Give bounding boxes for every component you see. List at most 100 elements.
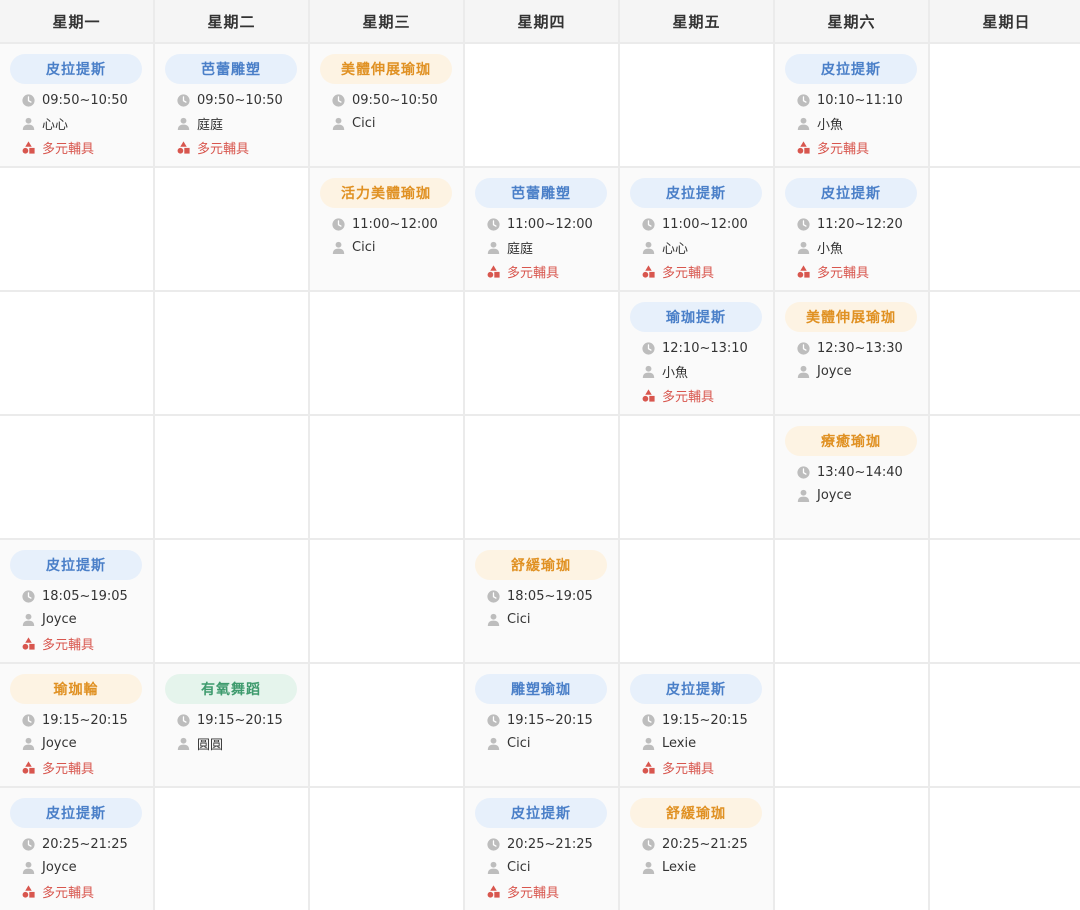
class-equipment-row: 多元輔具 [22,634,95,653]
class-card[interactable]: 瑜珈輪 19:15~20:15 Joyce 多元輔具 [0,664,153,786]
class-name-pill[interactable]: 皮拉提斯 [475,798,607,828]
clock-icon [22,589,35,603]
equipment-shapes-icon [177,140,190,154]
class-name-pill[interactable]: 皮拉提斯 [10,54,142,84]
class-equipment: 多元輔具 [817,141,870,157]
class-time-row: 11:00~12:00 [332,215,438,233]
class-card[interactable]: 皮拉提斯 19:15~20:15 Lexie 多元輔具 [620,664,773,786]
schedule-cell: 舒緩瑜珈 18:05~19:05 Cici [465,540,618,662]
class-name-pill[interactable]: 皮拉提斯 [630,178,762,208]
schedule-cell [155,540,308,662]
class-card[interactable]: 皮拉提斯 10:10~11:10 小魚 多元輔具 [775,44,928,166]
class-name-pill[interactable]: 瑜珈提斯 [630,302,762,332]
person-icon [177,737,190,750]
class-teacher: 庭庭 [507,241,534,257]
class-equipment: 多元輔具 [507,265,560,281]
class-name-pill[interactable]: 皮拉提斯 [10,798,142,828]
equipment-shapes-icon [797,140,810,154]
schedule-cell: 皮拉提斯 11:20~12:20 小魚 多元輔具 [775,168,928,290]
class-equipment: 多元輔具 [197,141,250,157]
clock-icon [487,837,500,851]
class-time-row: 19:15~20:15 [22,711,128,729]
class-card[interactable]: 皮拉提斯 11:20~12:20 小魚 多元輔具 [775,168,928,290]
class-time-row: 12:30~13:30 [797,339,903,357]
class-teacher-row: Lexie [642,734,696,752]
class-teacher-row: Joyce [797,362,852,380]
person-icon [797,117,810,130]
class-name-pill[interactable]: 舒緩瑜珈 [630,798,762,828]
schedule-cell: 美體伸展瑜珈 09:50~10:50 Cici [310,44,463,166]
class-name-pill[interactable]: 瑜珈輪 [10,674,142,704]
person-icon [487,737,500,750]
class-name-pill[interactable]: 美體伸展瑜珈 [320,54,452,84]
class-card[interactable]: 美體伸展瑜珈 09:50~10:50 Cici [310,44,463,166]
schedule-cell [930,44,1080,166]
schedule-cell: 皮拉提斯 20:25~21:25 Joyce 多元輔具 [0,788,153,910]
day-header: 星期五 [620,0,773,42]
clock-icon [642,217,655,231]
class-card[interactable]: 皮拉提斯 09:50~10:50 心心 多元輔具 [0,44,153,166]
class-card[interactable]: 雕塑瑜珈 19:15~20:15 Cici [465,664,618,786]
class-equipment-row: 多元輔具 [177,138,250,157]
class-time-row: 11:00~12:00 [642,215,748,233]
schedule-cell: 皮拉提斯 19:15~20:15 Lexie 多元輔具 [620,664,773,786]
class-equipment-row: 多元輔具 [22,758,94,777]
class-teacher-row: Lexie [642,858,696,876]
class-teacher: 圓圓 [197,737,224,753]
class-card[interactable]: 舒緩瑜珈 20:25~21:25 Lexie [620,788,773,910]
class-card[interactable]: 活力美體瑜珈 11:00~12:00 Cici [310,168,463,290]
class-name-pill[interactable]: 舒緩瑜珈 [475,550,607,580]
class-equipment: 多元輔具 [42,141,95,157]
class-name-pill[interactable]: 芭蕾雕塑 [165,54,297,84]
class-equipment-row: 多元輔具 [642,386,714,405]
class-name-pill[interactable]: 美體伸展瑜珈 [785,302,917,332]
class-name-pill[interactable]: 雕塑瑜珈 [475,674,607,704]
class-time-row: 12:10~13:10 [642,339,748,357]
person-icon [22,861,35,874]
class-card[interactable]: 芭蕾雕塑 09:50~10:50 庭庭 多元輔具 [155,44,308,166]
class-card[interactable]: 美體伸展瑜珈 12:30~13:30 Joyce [775,292,928,414]
class-teacher: Joyce [817,363,852,379]
class-time-row: 13:40~14:40 [797,463,903,481]
schedule-cell: 有氧舞蹈 19:15~20:15 圓圓 [155,664,308,786]
class-name-pill[interactable]: 皮拉提斯 [785,54,917,84]
class-teacher-row: Cici [487,858,530,876]
class-time-row: 18:05~19:05 [22,587,128,605]
weekly-schedule-grid: 星期一 星期二 星期三 星期四 星期五 星期六 星期日 皮拉提斯 09:50~10:50 心心 多元… [0,0,1080,910]
clock-icon [177,713,190,727]
class-card[interactable]: 皮拉提斯 20:25~21:25 Cici 多元輔具 [465,788,618,910]
person-icon [177,117,190,130]
equipment-shapes-icon [797,264,810,278]
class-card[interactable]: 瑜珈提斯 12:10~13:10 小魚 多元輔具 [620,292,773,414]
class-card[interactable]: 舒緩瑜珈 18:05~19:05 Cici [465,540,618,662]
class-equipment-row: 多元輔具 [797,138,870,157]
class-equipment-row: 多元輔具 [642,758,714,777]
class-name-pill[interactable]: 活力美體瑜珈 [320,178,452,208]
class-name-pill[interactable]: 皮拉提斯 [630,674,762,704]
class-card[interactable]: 療癒瑜珈 13:40~14:40 Joyce [775,416,928,538]
class-name-pill[interactable]: 芭蕾雕塑 [475,178,607,208]
class-card[interactable]: 芭蕾雕塑 11:00~12:00 庭庭 多元輔具 [465,168,618,290]
class-teacher-row: Cici [332,238,375,256]
class-time: 09:50~10:50 [197,92,283,108]
class-time: 20:25~21:25 [507,836,593,852]
class-card[interactable]: 皮拉提斯 18:05~19:05 Joyce 多元輔具 [0,540,153,662]
class-equipment: 多元輔具 [662,265,715,281]
class-teacher: 心心 [42,117,69,133]
class-card[interactable]: 有氧舞蹈 19:15~20:15 圓圓 [155,664,308,786]
class-teacher-row: Cici [332,114,375,132]
schedule-cell: 皮拉提斯 18:05~19:05 Joyce 多元輔具 [0,540,153,662]
class-card[interactable]: 皮拉提斯 11:00~12:00 心心 多元輔具 [620,168,773,290]
class-time-row: 20:25~21:25 [487,835,593,853]
class-name-pill[interactable]: 有氧舞蹈 [165,674,297,704]
class-name-pill[interactable]: 皮拉提斯 [785,178,917,208]
clock-icon [177,93,190,107]
class-teacher: 小魚 [817,241,844,257]
class-name-pill[interactable]: 皮拉提斯 [10,550,142,580]
class-name-pill[interactable]: 療癒瑜珈 [785,426,917,456]
day-header: 星期日 [930,0,1080,42]
class-card[interactable]: 皮拉提斯 20:25~21:25 Joyce 多元輔具 [0,788,153,910]
class-equipment: 多元輔具 [42,637,95,653]
clock-icon [642,837,655,851]
class-time: 20:25~21:25 [42,836,128,852]
